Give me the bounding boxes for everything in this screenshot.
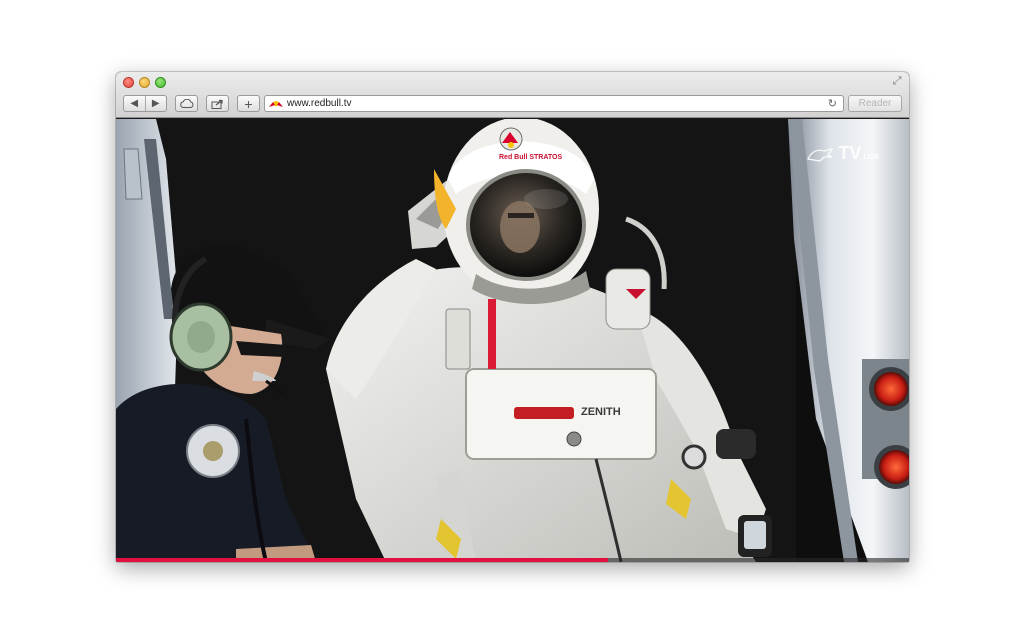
forward-icon[interactable]: ▶ <box>146 96 167 111</box>
reload-icon[interactable]: ↻ <box>828 97 837 110</box>
fullscreen-icon[interactable]: ⤢ <box>891 75 903 87</box>
browser-toolbar: ⤢ ◀ ▶ + www.redbull.tv ↻ Reader <box>116 72 909 118</box>
share-button[interactable] <box>206 95 229 112</box>
zoom-window-button[interactable] <box>155 77 166 88</box>
reader-button[interactable]: Reader <box>848 95 902 112</box>
back-icon[interactable]: ◀ <box>124 96 146 111</box>
chest-brand-text: ZENITH <box>581 406 621 418</box>
url-text: www.redbull.tv <box>287 98 352 109</box>
bull-logo-icon <box>807 147 834 162</box>
video-player[interactable]: Red Bull STRATOS ZENITH TV LIVE <box>116 119 909 562</box>
add-tab-icon[interactable]: + <box>237 95 260 112</box>
browser-window: ⤢ ◀ ▶ + www.redbull.tv ↻ Reader Red Bull… <box>116 72 909 562</box>
icloud-icon <box>180 99 194 108</box>
icloud-tabs-button[interactable] <box>175 95 198 112</box>
video-progress-fill <box>116 558 608 562</box>
live-label: LIVE <box>863 154 879 161</box>
helmet-logo-text: Red Bull STRATOS <box>499 154 562 161</box>
back-forward-group: ◀ ▶ <box>123 95 167 112</box>
video-frame: Red Bull STRATOS ZENITH <box>116 119 909 562</box>
redbull-favicon <box>269 100 283 107</box>
video-progress-bar[interactable] <box>116 558 909 562</box>
tv-logo-text: TV <box>838 143 862 163</box>
redbull-tv-logo: TV LIVE <box>806 143 879 164</box>
address-bar[interactable]: www.redbull.tv ↻ <box>264 95 844 112</box>
close-window-button[interactable] <box>123 77 134 88</box>
share-icon <box>211 99 223 109</box>
minimize-window-button[interactable] <box>139 77 150 88</box>
